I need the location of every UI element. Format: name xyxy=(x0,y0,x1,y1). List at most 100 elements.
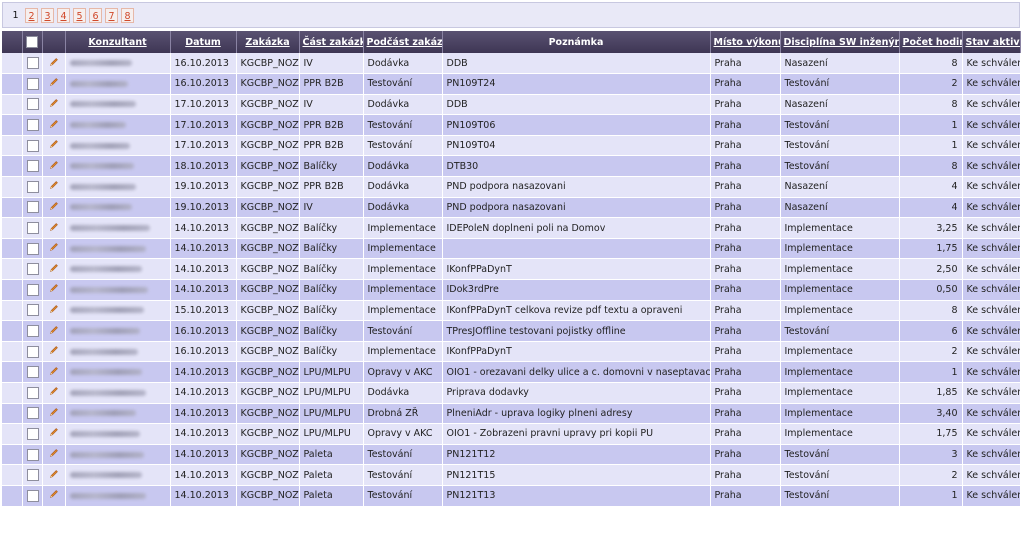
header-status[interactable]: Stav aktivity xyxy=(962,31,1021,53)
row-checkbox[interactable] xyxy=(26,386,39,399)
pencil-icon[interactable] xyxy=(49,222,59,232)
row-checkbox[interactable] xyxy=(26,263,39,276)
table-row[interactable]: 14.10.2013 KGCBP_NOZ LPU/MLPU Opravy v AKC O… xyxy=(2,361,1021,383)
row-edit-cell[interactable] xyxy=(42,300,66,322)
sort-order[interactable]: Zakázka xyxy=(245,37,289,48)
header-hours[interactable]: Počet hodin xyxy=(899,31,963,53)
table-row[interactable]: 14.10.2013 KGCBP_NOZ Balíčky Implementace ID… xyxy=(2,217,1021,239)
row-edit-cell[interactable] xyxy=(42,320,66,342)
page-link-4[interactable]: 4 xyxy=(57,8,70,23)
row-select-cell[interactable] xyxy=(22,135,43,157)
row-checkbox[interactable] xyxy=(26,180,39,193)
row-edit-cell[interactable] xyxy=(42,73,66,95)
row-select-cell[interactable] xyxy=(22,114,43,136)
pencil-icon[interactable] xyxy=(49,242,59,252)
pencil-icon[interactable] xyxy=(49,386,59,396)
row-select-cell[interactable] xyxy=(22,53,43,75)
row-checkbox[interactable] xyxy=(26,242,39,255)
page-link-2[interactable]: 2 xyxy=(25,8,38,23)
table-row[interactable]: 14.10.2013 KGCBP_NOZ LPU/MLPU Drobná ZŘ Plne… xyxy=(2,403,1021,425)
row-edit-cell[interactable] xyxy=(42,361,66,383)
row-select-cell[interactable] xyxy=(22,217,43,239)
pencil-icon[interactable] xyxy=(49,366,59,376)
pencil-icon[interactable] xyxy=(49,304,59,314)
page-link-6[interactable]: 6 xyxy=(89,8,102,23)
row-checkbox[interactable] xyxy=(26,469,39,482)
pencil-icon[interactable] xyxy=(49,263,59,273)
row-checkbox[interactable] xyxy=(26,366,39,379)
table-row[interactable]: 16.10.2013 KGCBP_NOZ PPR B2B Testování PN109… xyxy=(2,73,1021,95)
pencil-icon[interactable] xyxy=(49,448,59,458)
header-consultant[interactable]: Konzultant xyxy=(65,31,171,53)
table-row[interactable]: 16.10.2013 KGCBP_NOZ IV Dodávka DDB Praha Nasa… xyxy=(2,53,1021,75)
row-checkbox[interactable] xyxy=(26,304,39,317)
row-edit-cell[interactable] xyxy=(42,485,66,507)
row-select-cell[interactable] xyxy=(22,176,43,198)
row-checkbox[interactable] xyxy=(26,160,39,173)
table-row[interactable]: 19.10.2013 KGCBP_NOZ IV Dodávka PND podpora … xyxy=(2,197,1021,219)
row-edit-cell[interactable] xyxy=(42,217,66,239)
table-row[interactable]: 17.10.2013 KGCBP_NOZ PPR B2B Testování PN109… xyxy=(2,114,1021,136)
pencil-icon[interactable] xyxy=(49,119,59,129)
row-checkbox[interactable] xyxy=(26,489,39,502)
row-edit-cell[interactable] xyxy=(42,135,66,157)
pencil-icon[interactable] xyxy=(49,407,59,417)
row-select-cell[interactable] xyxy=(22,73,43,95)
table-row[interactable]: 15.10.2013 KGCBP_NOZ Balíčky Implementace IK… xyxy=(2,300,1021,322)
sort-hours[interactable]: Počet hodin xyxy=(903,37,962,48)
table-row[interactable]: 14.10.2013 KGCBP_NOZ LPU/MLPU Dodávka Pripra… xyxy=(2,382,1021,404)
row-select-cell[interactable] xyxy=(22,238,43,260)
table-row[interactable]: 14.10.2013 KGCBP_NOZ Paleta Testování PN121T… xyxy=(2,485,1021,507)
row-checkbox[interactable] xyxy=(26,448,39,461)
table-row[interactable]: 14.10.2013 KGCBP_NOZ Paleta Testování PN121T… xyxy=(2,444,1021,466)
pencil-icon[interactable] xyxy=(49,427,59,437)
header-order[interactable]: Zakázka xyxy=(236,31,300,53)
row-edit-cell[interactable] xyxy=(42,464,66,486)
header-place[interactable]: Místo výkonu xyxy=(710,31,781,53)
table-row[interactable]: 16.10.2013 KGCBP_NOZ Balíčky Implementace IK… xyxy=(2,341,1021,363)
row-select-cell[interactable] xyxy=(22,382,43,404)
row-select-cell[interactable] xyxy=(22,485,43,507)
pencil-icon[interactable] xyxy=(49,77,59,87)
row-select-cell[interactable] xyxy=(22,258,43,281)
row-select-cell[interactable] xyxy=(22,341,43,363)
page-link-3[interactable]: 3 xyxy=(41,8,54,23)
pencil-icon[interactable] xyxy=(49,489,59,499)
row-checkbox[interactable] xyxy=(26,139,39,152)
table-row[interactable]: 18.10.2013 KGCBP_NOZ Balíčky Dodávka DTB30 Pr… xyxy=(2,155,1021,178)
pencil-icon[interactable] xyxy=(49,57,59,67)
pencil-icon[interactable] xyxy=(49,345,59,355)
row-checkbox[interactable] xyxy=(26,325,39,338)
table-row[interactable]: 17.10.2013 KGCBP_NOZ PPR B2B Testování PN109… xyxy=(2,135,1021,157)
pencil-icon[interactable] xyxy=(49,180,59,190)
pencil-icon[interactable] xyxy=(49,160,59,170)
row-checkbox[interactable] xyxy=(26,222,39,235)
table-row[interactable]: 17.10.2013 KGCBP_NOZ IV Dodávka DDB Praha Nasa… xyxy=(2,94,1021,116)
row-edit-cell[interactable] xyxy=(42,114,66,136)
row-edit-cell[interactable] xyxy=(42,176,66,198)
table-row[interactable]: 14.10.2013 KGCBP_NOZ Paleta Testování PN121T… xyxy=(2,464,1021,486)
row-edit-cell[interactable] xyxy=(42,238,66,260)
row-select-cell[interactable] xyxy=(22,444,43,466)
row-checkbox[interactable] xyxy=(26,427,39,440)
row-edit-cell[interactable] xyxy=(42,279,66,301)
row-checkbox[interactable] xyxy=(26,57,39,70)
sort-order-part[interactable]: Část zakázky xyxy=(303,37,363,48)
row-checkbox[interactable] xyxy=(26,407,39,420)
row-select-cell[interactable] xyxy=(22,423,43,445)
row-select-cell[interactable] xyxy=(22,320,43,342)
page-link-5[interactable]: 5 xyxy=(73,8,86,23)
pencil-icon[interactable] xyxy=(49,139,59,149)
page-link-8[interactable]: 8 xyxy=(121,8,134,23)
sort-order-subpart[interactable]: Podčást zakázky xyxy=(367,37,442,48)
table-row[interactable]: 14.10.2013 KGCBP_NOZ Balíčky Implementace Pr… xyxy=(2,238,1021,260)
header-select-all[interactable] xyxy=(22,31,43,53)
pencil-icon[interactable] xyxy=(49,201,59,211)
row-edit-cell[interactable] xyxy=(42,155,66,178)
row-edit-cell[interactable] xyxy=(42,444,66,466)
row-select-cell[interactable] xyxy=(22,403,43,425)
row-edit-cell[interactable] xyxy=(42,94,66,116)
table-row[interactable]: 14.10.2013 KGCBP_NOZ LPU/MLPU Opravy v AKC O… xyxy=(2,423,1021,445)
row-select-cell[interactable] xyxy=(22,300,43,322)
row-edit-cell[interactable] xyxy=(42,197,66,219)
